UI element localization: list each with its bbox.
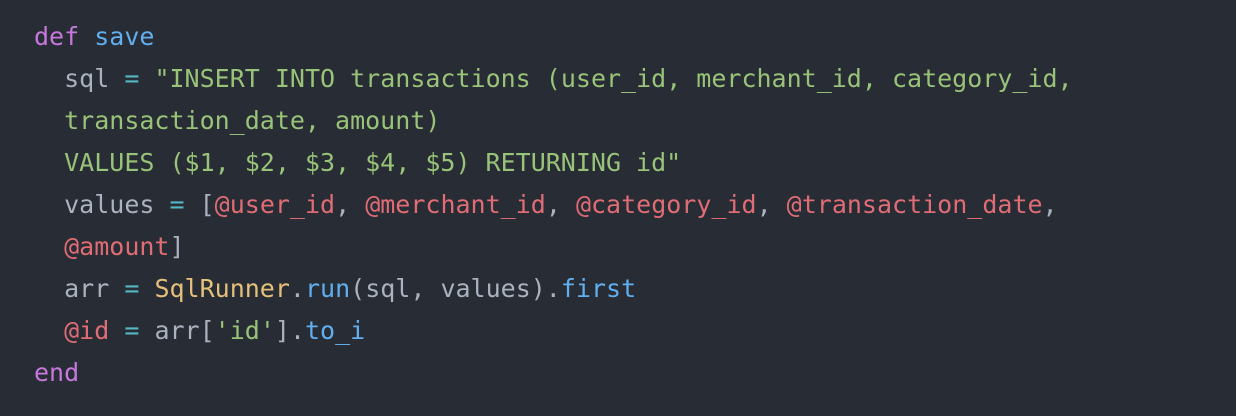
code-token: ].	[274, 316, 305, 345]
code-token: .	[289, 274, 305, 303]
code-token: transaction_date, amount)	[64, 106, 441, 135]
code-token: ,	[335, 190, 366, 219]
code-token: [	[199, 190, 215, 219]
code-line: transaction_date, amount)	[34, 100, 1236, 142]
code-token: @user_id	[214, 190, 336, 219]
code-token: @merchant_id	[365, 190, 546, 219]
code-token: values	[64, 190, 155, 219]
code-token: end	[34, 358, 80, 387]
code-line: values = [@user_id, @merchant_id, @categ…	[34, 184, 1236, 226]
code-line: sql = "INSERT INTO transactions (user_id…	[34, 58, 1236, 100]
code-view: def save sql = "INSERT INTO transactions…	[0, 0, 1236, 416]
code-line: arr = SqlRunner.run(sql, values).first	[34, 268, 1236, 310]
code-token: =	[124, 316, 140, 345]
code-token: "INSERT INTO transactions (user_id, merc…	[154, 64, 1073, 93]
code-token: SqlRunner	[154, 274, 290, 303]
code-token: =	[124, 64, 140, 93]
code-token: arr	[64, 274, 110, 303]
code-token: sql	[64, 64, 110, 93]
code-token: ,	[756, 190, 787, 219]
code-token: 'id'	[214, 316, 275, 345]
code-token: @transaction_date	[786, 190, 1043, 219]
code-token: ]	[169, 232, 185, 261]
code-body: def save sql = "INSERT INTO transactions…	[34, 16, 1236, 394]
code-token: =	[169, 190, 185, 219]
code-line: @id = arr['id'].to_i	[34, 310, 1236, 352]
code-line: @amount]	[34, 226, 1236, 268]
code-token: run	[304, 274, 351, 303]
code-token: arr[	[154, 316, 215, 345]
code-token: @id	[64, 316, 110, 345]
code-token: to_i	[305, 316, 366, 345]
code-token: VALUES ($1, $2, $3, $4, $5) RETURNING id…	[64, 148, 682, 177]
code-token: save	[94, 22, 155, 51]
code-token: @amount	[64, 232, 170, 261]
code-token: def	[34, 22, 80, 51]
code-token: (sql, values).	[350, 274, 561, 303]
code-line: end	[34, 352, 1236, 394]
code-token: ,	[1042, 190, 1058, 219]
code-token: =	[124, 274, 140, 303]
code-token: first	[560, 274, 637, 303]
code-line: def save	[34, 16, 1236, 58]
code-token: ,	[545, 190, 576, 219]
code-line: VALUES ($1, $2, $3, $4, $5) RETURNING id…	[34, 142, 1236, 184]
code-token: @category_id	[575, 190, 757, 219]
